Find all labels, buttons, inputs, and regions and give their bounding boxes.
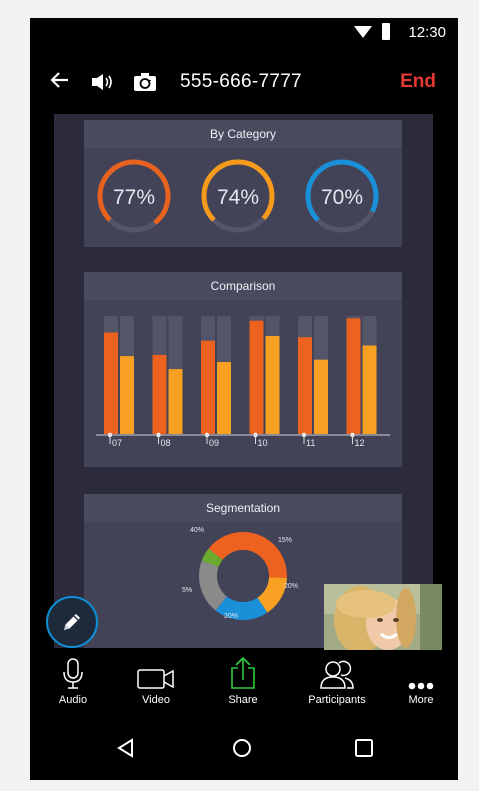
- audio-button[interactable]: Audio: [38, 652, 108, 706]
- call-header: 555-666-7777 End: [30, 66, 458, 102]
- bar: [217, 362, 231, 434]
- bar: [104, 332, 118, 434]
- nav-home-icon[interactable]: [232, 738, 252, 763]
- comparison-chart: 07 08 09 10 11 12: [84, 300, 402, 467]
- video-camera-icon: [137, 669, 174, 689]
- bar: [314, 359, 328, 434]
- annotate-pen-button[interactable]: [46, 596, 98, 648]
- donut-hole: [217, 550, 269, 602]
- x-tick-label: 11: [306, 438, 315, 448]
- battery-icon: [382, 23, 390, 40]
- back-arrow-icon[interactable]: [50, 70, 70, 95]
- video-label: Video: [142, 694, 170, 706]
- comparison-svg: 07 08 09 10 11 12: [96, 316, 390, 448]
- audio-label: Audio: [58, 694, 88, 706]
- bar: [201, 340, 215, 434]
- wifi-icon: [354, 26, 372, 38]
- status-bar: 12:30: [30, 18, 458, 48]
- x-tick-label: 09: [209, 438, 219, 448]
- nav-recents-icon[interactable]: [354, 738, 374, 763]
- end-call-button[interactable]: End: [400, 71, 436, 93]
- comparison-card: Comparison 07 08 09 10 11 12: [84, 272, 402, 467]
- card-title: Segmentation: [84, 494, 402, 522]
- bar: [152, 354, 167, 434]
- card-title: By Category: [84, 120, 402, 148]
- x-tick-label: 08: [161, 438, 171, 448]
- bar: [298, 337, 312, 434]
- more-label: More: [408, 694, 434, 706]
- bar: [362, 345, 377, 434]
- slice-label: 15%: [278, 537, 292, 544]
- category-gauges: 77% 74% 70%: [84, 148, 402, 247]
- share-icon: [231, 656, 255, 689]
- x-tick-label: 10: [258, 438, 268, 448]
- phone-number: 555-666-7777: [180, 71, 302, 92]
- share-label: Share: [228, 694, 258, 706]
- pen-icon: [64, 614, 80, 630]
- x-tick-label: 12: [355, 438, 365, 448]
- participants-button[interactable]: Participants: [302, 652, 372, 706]
- phone-screen: 12:30 555-666-7777 End By Category 77% 74…: [30, 18, 458, 780]
- microphone-icon: [63, 658, 83, 689]
- participants-label: Participants: [308, 694, 366, 706]
- slice-label: 40%: [190, 527, 204, 534]
- speaker-icon[interactable]: [91, 73, 115, 96]
- camera-flip-icon[interactable]: [133, 72, 157, 97]
- video-button[interactable]: Video: [121, 652, 191, 706]
- x-tick-label: 07: [112, 438, 122, 448]
- gauges-svg: 77% 74% 70%: [97, 159, 379, 233]
- bar: [168, 369, 183, 434]
- share-button[interactable]: Share: [208, 652, 278, 706]
- more-dots-icon: [408, 682, 434, 690]
- bar: [346, 318, 361, 434]
- nav-back-icon[interactable]: [116, 738, 136, 763]
- card-title: Comparison: [84, 272, 402, 300]
- bar: [265, 336, 280, 434]
- self-video-preview[interactable]: [324, 584, 442, 650]
- participant-photo: [324, 584, 442, 650]
- shared-screen: By Category 77% 74% 70% Comparison 07 08 09 1…: [54, 114, 433, 648]
- bar: [120, 356, 134, 434]
- status-time: 12:30: [408, 24, 446, 41]
- slice-label: 5%: [182, 587, 192, 594]
- gauge-value: 74%: [217, 186, 259, 209]
- slice-label: 20%: [284, 583, 298, 590]
- meeting-toolbar: Audio Video Share Participants More: [30, 652, 458, 714]
- bar: [249, 320, 264, 434]
- participants-icon: [320, 660, 354, 689]
- gauge-value: 77%: [113, 186, 155, 209]
- by-category-card: By Category 77% 74% 70%: [84, 120, 402, 247]
- more-button[interactable]: More: [386, 652, 456, 706]
- gauge-value: 70%: [321, 186, 363, 209]
- slice-label: 20%: [224, 613, 238, 620]
- android-nav-bar: [30, 718, 458, 780]
